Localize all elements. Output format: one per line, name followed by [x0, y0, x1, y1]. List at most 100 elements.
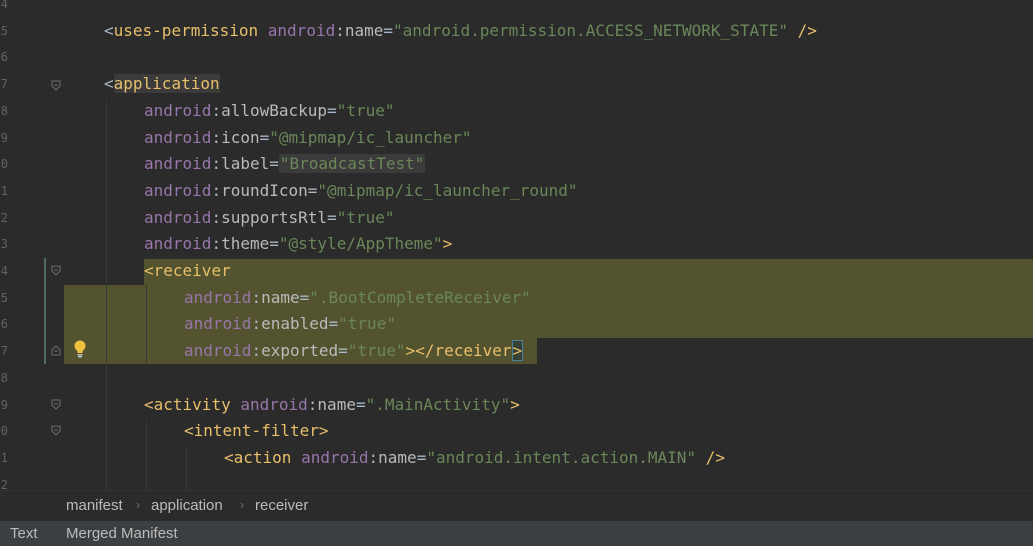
- attr-value: "true": [336, 207, 395, 227]
- equals: =: [328, 314, 339, 334]
- tag-open: <: [104, 21, 114, 40]
- attr-namespace: android: [184, 287, 252, 307]
- colon: :: [251, 341, 262, 361]
- breadcrumb: manifest › application › receiver: [0, 490, 1033, 521]
- attr-value: "true": [347, 341, 406, 361]
- attr-value: "android.intent.action.MAIN": [426, 447, 697, 467]
- code-line: <activity android:name=".MainActivity">: [0, 392, 1033, 419]
- colon: :: [307, 394, 318, 414]
- attr-namespace: android: [301, 447, 369, 467]
- code-line: android:name=".BootCompleteReceiver": [0, 285, 1033, 312]
- code-editor[interactable]: 4 5 6 7 8 9 0 1 2 3 4 5 6 7 8 9 0 1 2 <u…: [0, 0, 1033, 490]
- attr-namespace: android: [144, 180, 212, 200]
- equals: =: [355, 394, 366, 414]
- attr-name: name: [378, 447, 417, 467]
- attr-value: "android.permission.ACCESS_NETWORK_STATE…: [393, 21, 788, 40]
- code-line: android:supportsRtl="true": [0, 205, 1033, 232]
- attr-value: "@mipmap/ic_launcher_round": [317, 180, 578, 200]
- tag-close: >: [511, 340, 524, 362]
- colon: :: [211, 207, 222, 227]
- attr-name: name: [261, 287, 300, 307]
- attr-value: "true": [338, 314, 396, 334]
- tag-close: >: [318, 421, 329, 441]
- tag-open: <: [224, 447, 234, 467]
- tag-open: <: [104, 74, 114, 93]
- colon: :: [251, 314, 262, 334]
- colon: :: [368, 447, 379, 467]
- equals: =: [269, 234, 279, 254]
- code-line: <uses-permission android:name="android.p…: [0, 18, 1033, 45]
- code-line: <intent-filter>: [0, 418, 1033, 445]
- breadcrumb-item-application[interactable]: application: [151, 497, 223, 514]
- code-line: <receiver: [0, 258, 1033, 285]
- tab-merged-manifest[interactable]: Merged Manifest: [66, 525, 178, 542]
- attr-value: ".MainActivity": [365, 394, 511, 414]
- code-line: <action android:name="android.intent.act…: [0, 445, 1033, 472]
- code-line: android:exported="true"></receiver>: [0, 338, 1033, 365]
- attr-name: icon: [221, 127, 260, 147]
- tag-close: >: [510, 394, 520, 414]
- tag-name: receiver: [153, 261, 231, 280]
- equals: =: [269, 154, 279, 174]
- attr-name: label: [221, 154, 270, 174]
- tag-close: />: [787, 21, 817, 40]
- breadcrumb-separator: ›: [136, 497, 141, 512]
- tag-name: intent-filter: [193, 421, 319, 441]
- equals: =: [299, 287, 310, 307]
- attr-name: supportsRtl: [221, 207, 328, 227]
- tag-close: ></: [405, 341, 435, 361]
- code-line: android:theme="@style/AppTheme">: [0, 231, 1033, 258]
- code-line: android:allowBackup="true": [0, 98, 1033, 125]
- colon: :: [335, 21, 345, 40]
- attr-namespace: android: [144, 234, 212, 254]
- attr-name: exported: [261, 341, 339, 361]
- attr-namespace: android: [184, 341, 252, 361]
- colon: :: [211, 100, 222, 120]
- line-number: 4: [0, 0, 8, 11]
- breadcrumb-item-receiver[interactable]: receiver: [255, 497, 308, 514]
- attr-value: "BroadcastTest": [278, 154, 426, 174]
- equals: =: [416, 447, 427, 467]
- breadcrumb-separator: ›: [240, 497, 245, 512]
- tag-name: application: [113, 74, 220, 93]
- code-line: android:label="BroadcastTest": [0, 151, 1033, 178]
- attr-value: ".BootCompleteReceiver": [309, 287, 531, 307]
- attr-name: name: [344, 21, 384, 40]
- tag-name: activity: [153, 394, 231, 414]
- equals: =: [307, 180, 318, 200]
- attr-namespace: android: [144, 127, 212, 147]
- attr-name: theme: [221, 234, 270, 254]
- attr-namespace: android: [144, 207, 212, 227]
- tag-open: <: [144, 394, 154, 414]
- attr-name: roundIcon: [221, 180, 308, 200]
- attr-name: allowBackup: [221, 100, 328, 120]
- attr-namespace: android: [267, 21, 336, 40]
- attr-namespace: android: [240, 394, 308, 414]
- code-line: <application: [0, 71, 1033, 98]
- colon: :: [211, 180, 222, 200]
- attr-value: "@style/AppTheme": [278, 234, 443, 254]
- attr-value: "true": [336, 100, 395, 120]
- tag-name: receiver: [434, 341, 512, 361]
- tag-close: />: [696, 447, 725, 467]
- bottom-tab-bar: Text Merged Manifest: [0, 521, 1033, 546]
- attr-value: "@mipmap/ic_launcher": [269, 127, 472, 147]
- tab-text[interactable]: Text: [10, 525, 38, 542]
- tag-open: <: [184, 421, 194, 441]
- equals: =: [327, 100, 337, 120]
- attr-namespace: android: [144, 100, 212, 120]
- code-line: android:enabled="true": [0, 311, 1033, 338]
- code-line: android:roundIcon="@mipmap/ic_launcher_r…: [0, 178, 1033, 205]
- code-line: android:icon="@mipmap/ic_launcher": [0, 125, 1033, 152]
- attr-name: name: [317, 394, 356, 414]
- breadcrumb-item-manifest[interactable]: manifest: [66, 497, 123, 514]
- equals: =: [338, 341, 348, 361]
- equals: =: [383, 21, 394, 40]
- equals: =: [259, 127, 270, 147]
- attr-namespace: android: [144, 154, 212, 174]
- attr-name: enabled: [261, 314, 329, 334]
- tag-close: >: [442, 234, 453, 254]
- colon: :: [211, 127, 222, 147]
- colon: :: [251, 287, 262, 307]
- colon: :: [211, 154, 222, 174]
